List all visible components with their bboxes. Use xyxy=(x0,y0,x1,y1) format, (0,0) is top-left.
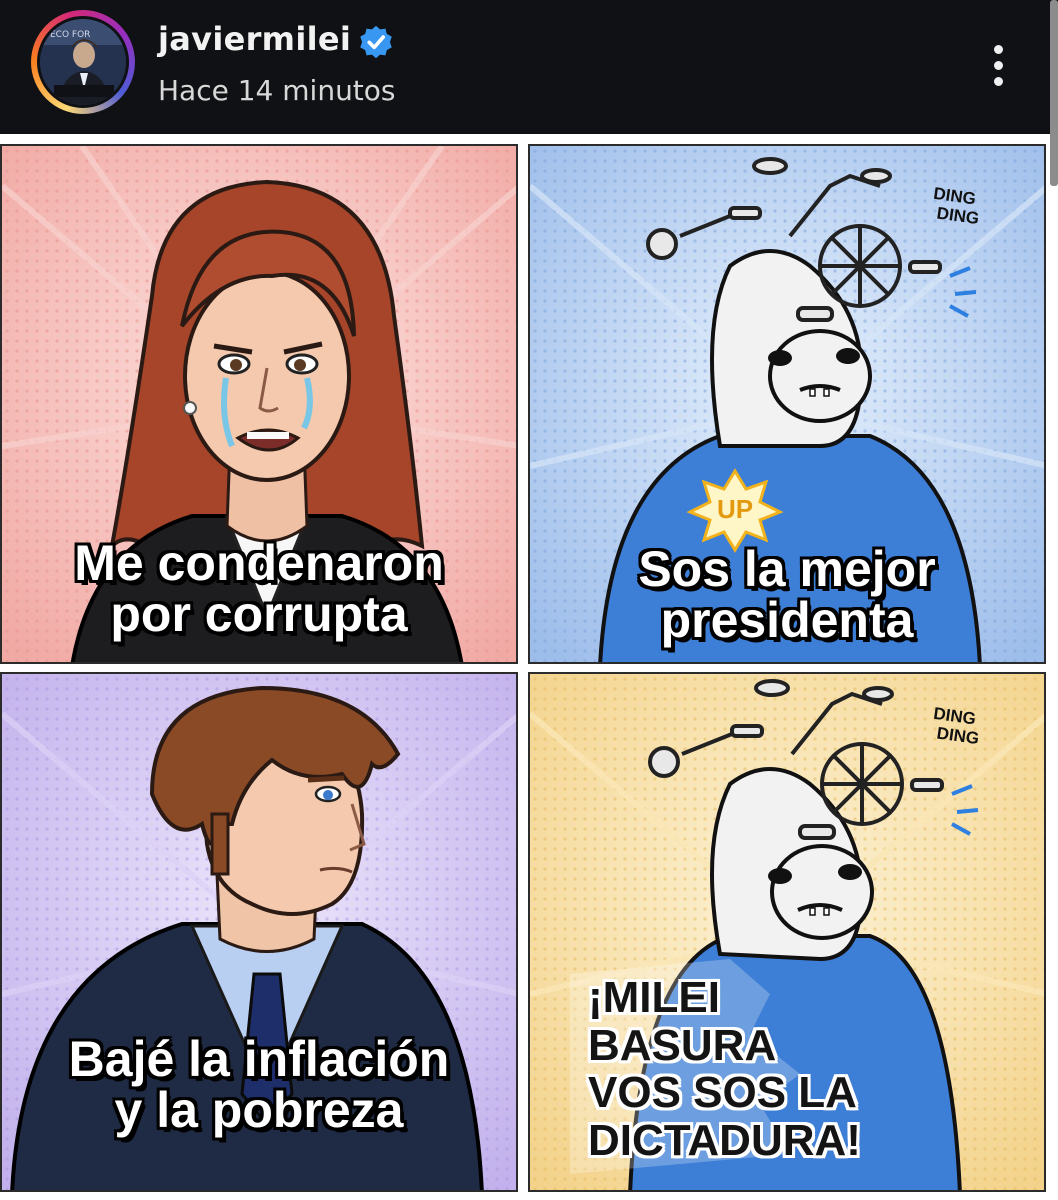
caption-line: Bajé la inflación xyxy=(68,1031,450,1087)
post-timestamp: Hace 14 minutos xyxy=(158,74,396,107)
caption-line: DICTADURA! xyxy=(588,1115,861,1165)
avatar-photo: ECO FOR xyxy=(40,19,126,105)
caption-line: ¡MILEI xyxy=(588,973,720,1022)
caption-line: Sos la mejor xyxy=(638,541,936,597)
comic-panel-2: UP DING DING Sos la mejor presidenta xyxy=(528,144,1046,664)
panel-1-caption: Me condenaron por corrupta xyxy=(2,538,516,640)
username[interactable]: javiermilei xyxy=(158,20,351,58)
panel-2-caption: Sos la mejor presidenta xyxy=(530,544,1044,646)
svg-text:ECO FOR: ECO FOR xyxy=(50,30,90,40)
verified-badge-icon xyxy=(360,25,392,59)
comic-panel-1: Me condenaron por corrupta xyxy=(0,144,518,664)
sfx-ding: DING DING xyxy=(932,703,981,748)
comic-panel-4: DING DING ¡MILEI BASURA VOS SOS LA DICTA… xyxy=(528,672,1046,1192)
scrollbar[interactable] xyxy=(1050,0,1058,186)
caption-line: y la pobreza xyxy=(114,1082,404,1138)
caption-line: Me condenaron xyxy=(74,535,444,591)
up-badge-text: UP xyxy=(716,494,754,524)
more-options-icon[interactable] xyxy=(980,40,1016,90)
caption-line: por corrupta xyxy=(110,586,408,642)
panel-3-caption: Bajé la inflación y la pobreza xyxy=(2,1034,516,1136)
panel-4-caption: ¡MILEI BASURA VOS SOS LA DICTADURA! xyxy=(588,973,1044,1165)
caption-line: BASURA xyxy=(588,1020,777,1070)
story-avatar-ring[interactable]: ECO FOR xyxy=(31,10,135,114)
caption-line: presidenta xyxy=(660,592,914,648)
comic-panel-3: Bajé la inflación y la pobreza xyxy=(0,672,518,1192)
story-header: ECO FOR javiermilei Hace 14 minutos xyxy=(0,0,1058,134)
sfx-ding: DING DING xyxy=(932,183,981,228)
caption-line: VOS SOS LA xyxy=(588,1068,857,1118)
avatar[interactable]: ECO FOR xyxy=(37,16,129,108)
